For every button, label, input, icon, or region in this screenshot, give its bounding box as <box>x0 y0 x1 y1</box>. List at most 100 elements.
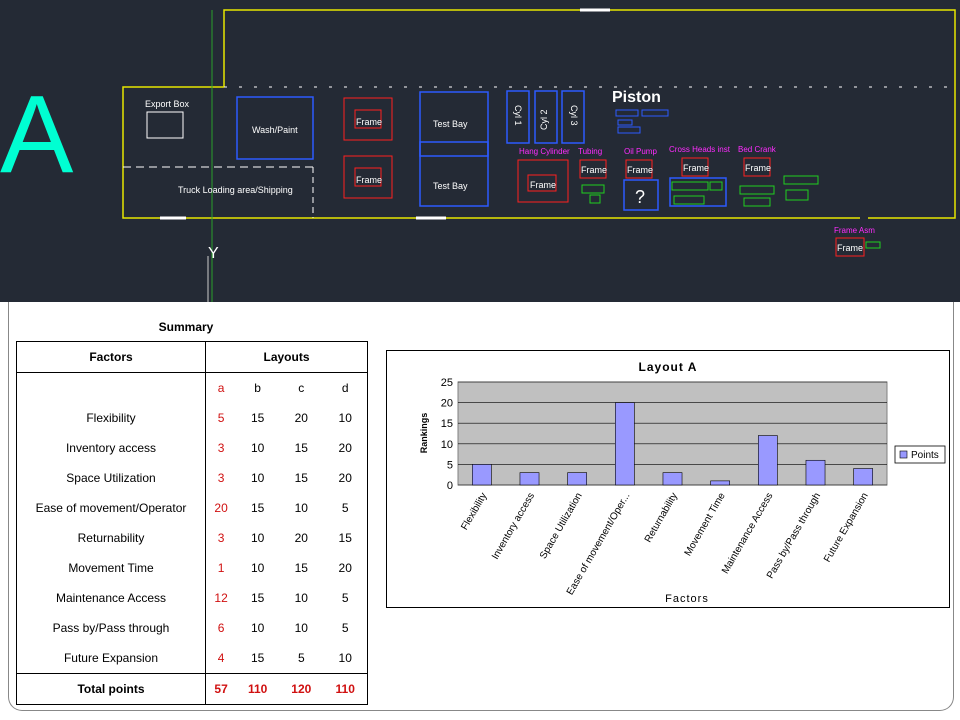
letter-a: a <box>205 372 237 403</box>
header-layouts: Layouts <box>205 341 368 373</box>
x-tick-label: Space Utilization <box>538 491 585 561</box>
factor-cell-empty <box>16 372 206 403</box>
y-tick-label: 5 <box>447 459 453 471</box>
value-c: 5 <box>297 651 305 665</box>
legend-swatch <box>899 450 908 459</box>
value-b: 10 <box>250 561 265 575</box>
bar <box>710 480 730 486</box>
cad-drawing: Y Export Box Wash/Paint Frame Frame Test… <box>0 0 960 302</box>
value-d: 10 <box>323 403 369 433</box>
value-d: 5 <box>323 583 369 613</box>
cross-heads-frame-label: Frame <box>683 163 709 173</box>
value-c: 15 <box>294 471 308 485</box>
value-a: 12 <box>205 583 237 613</box>
cross-heads-part-3 <box>673 195 705 205</box>
export-box-shape <box>146 111 184 139</box>
cross-heads-label: Cross Heads inst <box>669 145 731 154</box>
value-a: 20 <box>205 493 237 523</box>
bed-crank-part-4 <box>785 189 809 201</box>
piston-part-3 <box>617 119 633 126</box>
hang-cylinder-label: Hang Cylinder <box>519 147 570 156</box>
total-d: 110 <box>323 673 369 705</box>
value-d: 20 <box>323 433 369 463</box>
value-b: 15 <box>250 651 265 665</box>
bar <box>853 468 873 486</box>
frame-1-label: Frame <box>356 117 382 127</box>
wash-paint-label: Wash/Paint <box>252 125 298 135</box>
total-c: 120 <box>279 673 324 705</box>
value-a: 3 <box>205 463 237 493</box>
table-row: Pass by/Pass through 6 10 10 5 <box>16 613 369 643</box>
value-b: 10 <box>250 471 265 485</box>
cyl3-label: Cyl 3 <box>569 105 579 126</box>
value-b: 10 <box>250 441 265 455</box>
value-b: 15 <box>250 591 265 605</box>
bed-crank-label: Bed Crank <box>738 145 777 154</box>
factor-name: Inventory access <box>16 433 206 463</box>
x-tick-label: Future Expansion <box>822 491 871 564</box>
tubing-part-2 <box>589 194 601 204</box>
factor-name: Future Expansion <box>16 643 206 674</box>
factor-name: Returnability <box>16 523 206 553</box>
y-tick-label: 10 <box>441 439 453 451</box>
oil-pump-frame-label: Frame <box>627 165 653 175</box>
value-d: 10 <box>323 643 369 674</box>
value-a: 5 <box>205 403 237 433</box>
table-row: Flexibility 5 15 20 10 <box>16 403 369 433</box>
frame-asm-label: Frame Asm <box>834 226 875 235</box>
header-factors: Factors <box>16 341 206 373</box>
test-bay-2-label: Test Bay <box>433 181 468 191</box>
total-label: Total points <box>16 673 206 705</box>
value-c: 10 <box>294 591 308 605</box>
bar <box>519 472 540 486</box>
bed-crank-part-1 <box>739 185 775 195</box>
value-a: 4 <box>205 643 237 674</box>
bar <box>662 472 683 486</box>
value-a: 3 <box>205 523 237 553</box>
bar <box>567 472 587 486</box>
export-box-label: Export Box <box>145 99 190 109</box>
value-b: 10 <box>250 531 265 545</box>
summary-header-row: Factors Layouts <box>16 341 368 373</box>
value-c: 15 <box>294 441 308 455</box>
value-a: 1 <box>205 553 237 583</box>
truck-loading-label: Truck Loading area/Shipping <box>178 185 293 195</box>
y-tick-label: 15 <box>441 418 453 430</box>
legend-label: Points <box>911 450 939 461</box>
value-c: 15 <box>294 561 308 575</box>
tubing-label: Tubing <box>578 147 602 156</box>
oil-pump-label: Oil Pump <box>624 147 657 156</box>
x-tick-label: Movement Time <box>683 491 728 558</box>
summary-title: Summary <box>158 320 214 334</box>
table-row: Maintenance Access 12 15 10 5 <box>16 583 369 613</box>
letter-d: d <box>323 372 369 403</box>
bed-crank-part-3 <box>783 175 819 185</box>
value-d: 20 <box>323 553 369 583</box>
table-row: Ease of movement/Operator 20 15 10 5 <box>16 493 369 523</box>
tubing-frame-label: Frame <box>581 165 607 175</box>
value-c: 20 <box>294 411 308 425</box>
cyl2-label: Cyl 2 <box>539 109 549 130</box>
x-tick-label: Flexibility <box>459 491 489 532</box>
piston-label: Piston <box>612 89 661 106</box>
total-a: 57 <box>205 673 237 705</box>
piston-part-4 <box>617 126 641 134</box>
layout-a-chart: Layout A 0 5 10 15 20 25 Rankings Flexibility Inv… <box>386 350 950 608</box>
value-c: 20 <box>294 531 308 545</box>
chart-title: Layout A <box>639 360 698 374</box>
building-outline-upper <box>223 9 956 219</box>
letter-b: b <box>254 381 261 395</box>
axis-y-label: Y <box>208 245 219 262</box>
frame-2-label: Frame <box>356 175 382 185</box>
value-b: 15 <box>250 501 265 515</box>
test-bay-2-shape <box>419 141 489 207</box>
value-d: 5 <box>323 613 369 643</box>
summary-body: a b c d Flexibility 5 15 20 10 Inventory acce… <box>16 372 369 674</box>
y-tick-label: 0 <box>447 480 453 492</box>
value-a: 6 <box>205 613 237 643</box>
bed-crank-frame-label: Frame <box>745 163 771 173</box>
chart-svg: Layout A 0 5 10 15 20 25 Rankings Flexibility Inv… <box>419 360 946 605</box>
y-tick-label: 25 <box>441 377 453 389</box>
piston-part-2 <box>641 109 669 117</box>
x-tick-label: Returnability <box>643 491 680 545</box>
